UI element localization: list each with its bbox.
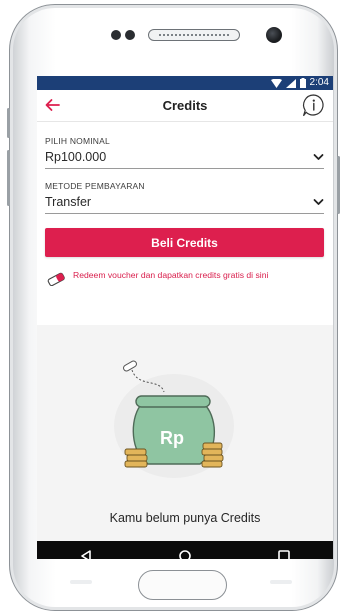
chevron-down-icon [313, 154, 324, 160]
credit-form: PILIH NOMINAL Rp100.000 METODE PEMBAYARA… [37, 136, 333, 214]
nominal-label: PILIH NOMINAL [45, 136, 110, 146]
front-camera [266, 27, 282, 43]
page-title: Credits [162, 98, 208, 113]
nominal-value: Rp100.000 [45, 150, 107, 164]
info-icon[interactable] [301, 93, 326, 118]
redeem-text: Redeem voucher dan dapatkan credits grat… [73, 270, 269, 280]
volume-up-button [7, 108, 10, 138]
payment-value: Transfer [45, 195, 92, 209]
money-pot-illustration: Rp [114, 360, 234, 478]
empty-state: Rp Kamu belum punya Credits [37, 325, 333, 541]
earpiece-speaker [148, 29, 240, 41]
signal-icon [285, 78, 296, 88]
capacitive-key-right [270, 580, 292, 584]
payment-label: METODE PEMBAYARAN [45, 181, 145, 191]
android-nav-bar [37, 541, 333, 559]
buy-credits-button[interactable]: Beli Credits [45, 228, 324, 257]
nav-recents-icon[interactable] [277, 549, 291, 559]
wifi-icon [270, 78, 282, 88]
sensor-dots [111, 30, 135, 40]
volume-down-button [7, 150, 10, 206]
nav-back-icon[interactable] [79, 549, 93, 559]
pot-label: Rp [160, 428, 184, 448]
home-hardware-button [138, 570, 227, 600]
status-bar: 2:04 [37, 76, 333, 90]
payment-dropdown[interactable]: Transfer [45, 191, 324, 214]
app-screen: 2:04 Credits PILIH NOMINAL Rp100.000 MET… [37, 76, 333, 559]
nominal-dropdown[interactable]: Rp100.000 [45, 146, 324, 169]
nav-home-icon[interactable] [178, 549, 192, 559]
redeem-voucher-link[interactable]: Redeem voucher dan dapatkan credits grat… [47, 270, 324, 286]
eraser-icon [47, 272, 65, 286]
battery-icon [299, 78, 306, 88]
chevron-down-icon [313, 199, 324, 205]
power-button [337, 156, 340, 214]
empty-state-message: Kamu belum punya Credits [109, 511, 261, 525]
app-bar: Credits [37, 90, 333, 122]
capacitive-key-left [70, 580, 92, 584]
status-time: 2:04 [309, 77, 329, 88]
